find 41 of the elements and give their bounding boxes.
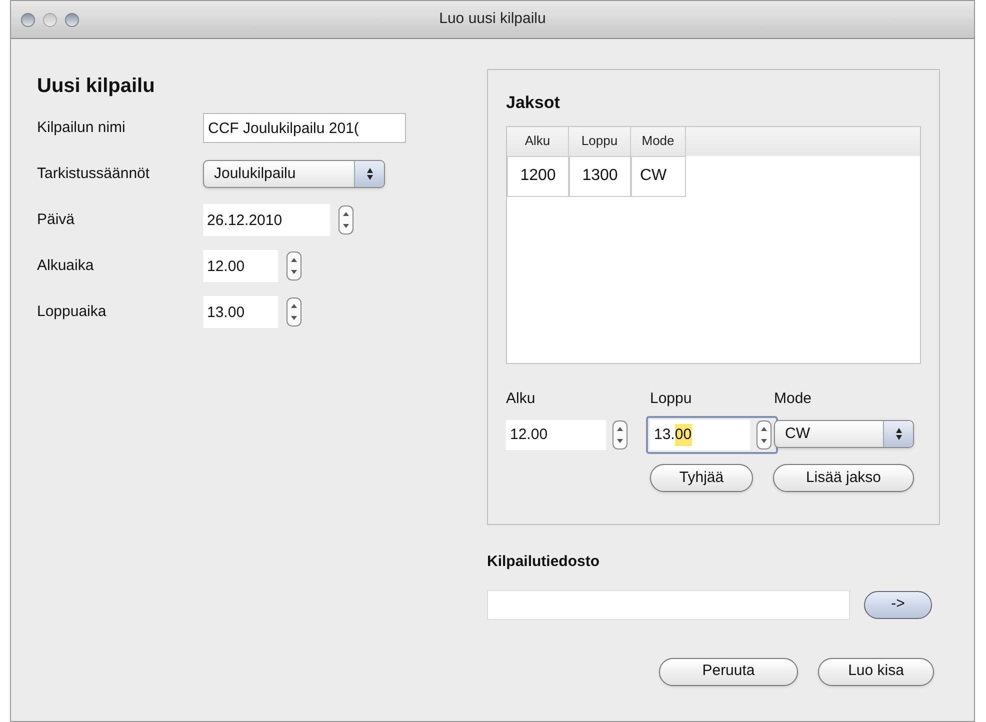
dropdown[interactable]: CW <box>774 420 914 448</box>
spinner-icon[interactable] <box>756 420 772 450</box>
table-cell: 1200 <box>507 156 569 196</box>
section-heading: Uusi kilpailu <box>37 74 156 99</box>
time-field[interactable]: 12.00 <box>203 250 278 282</box>
spinner-icon[interactable] <box>338 205 354 235</box>
browse-button[interactable]: -> <box>864 590 932 618</box>
field-label: Loppuaika <box>37 302 108 322</box>
field-label: Kilpailun nimi <box>37 118 126 138</box>
select-arrows-icon <box>364 166 374 182</box>
window-title: Luo uusi kilpailu <box>439 9 546 30</box>
section-heading: Jaksot <box>506 92 561 114</box>
spinner-icon[interactable] <box>612 420 628 450</box>
time-field[interactable]: 13.00 <box>650 420 750 450</box>
dropdown[interactable]: Joulukilpailu <box>203 160 385 188</box>
column-header[interactable]: Alku <box>507 126 569 156</box>
button[interactable]: Luo kisa <box>818 658 934 686</box>
date-field[interactable]: 26.12.2010 <box>203 204 330 236</box>
table-cell: 1300 <box>569 156 631 196</box>
column-header[interactable]: Mode <box>631 126 686 156</box>
text-field[interactable]: CCF Joulukilpailu 201( <box>203 113 406 143</box>
spinner-icon[interactable] <box>286 297 302 327</box>
field-label: Tarkistussäännöt <box>37 164 151 184</box>
button[interactable]: Lisää jakso <box>773 464 914 492</box>
close-button[interactable] <box>21 12 35 26</box>
spinner-icon[interactable] <box>286 251 302 281</box>
field-label: Mode <box>774 388 813 408</box>
select-arrows-icon <box>894 426 904 442</box>
time-field[interactable]: 13.00 <box>203 296 278 328</box>
section-heading: Kilpailutiedosto <box>487 552 600 572</box>
field-label: Alkuaika <box>37 256 95 276</box>
table-cell: CW <box>631 156 686 196</box>
button[interactable]: Tyhjää <box>650 464 753 492</box>
file-path-field[interactable] <box>487 590 850 620</box>
field-label: Päivä <box>37 210 76 230</box>
field-label: Loppu <box>650 388 693 408</box>
field-label: Alku <box>506 388 536 408</box>
zoom-button[interactable] <box>65 12 79 26</box>
column-header[interactable]: Loppu <box>569 126 631 156</box>
button[interactable]: Peruuta <box>659 658 798 686</box>
time-field[interactable]: 12.00 <box>506 420 606 450</box>
